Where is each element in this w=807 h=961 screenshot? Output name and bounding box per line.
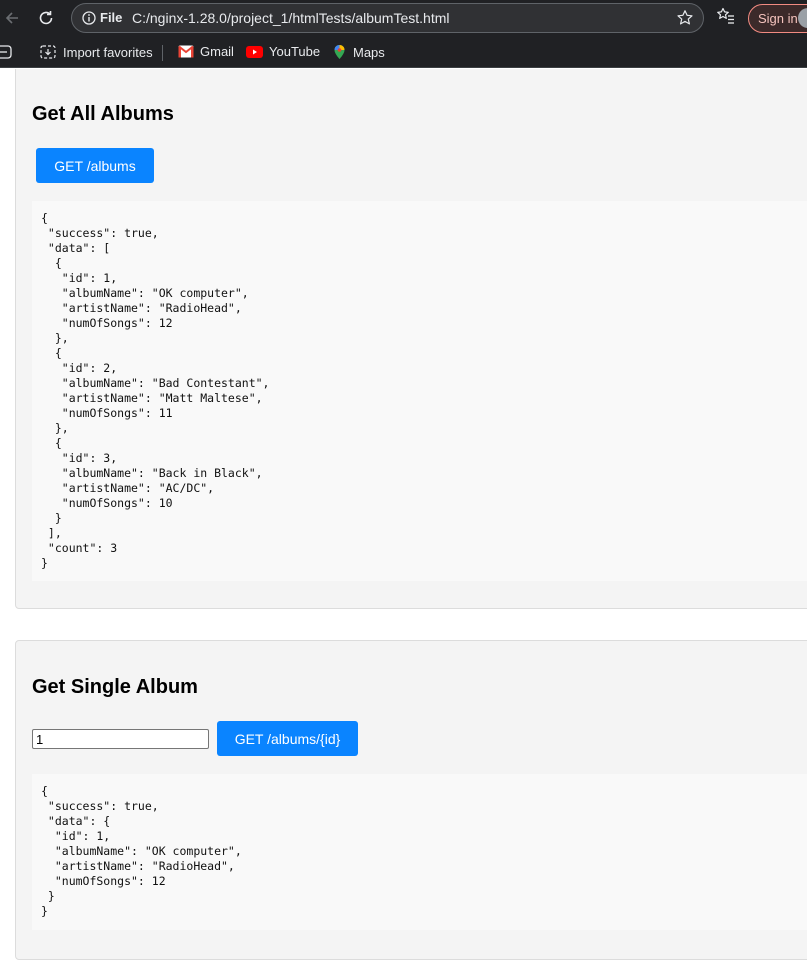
page-content: Get All Albums GET /albums { "success": … — [0, 69, 807, 961]
bookmark-label: YouTube — [269, 44, 321, 59]
bookmark-import-favorites[interactable]: Import favorites — [40, 44, 153, 60]
single-album-response: { "success": true, "data": { "id": 1, "a… — [32, 774, 807, 930]
all-albums-response: { "success": true, "data": [ { "id": 1, … — [32, 201, 807, 581]
bookmark-separator — [162, 45, 163, 61]
browser-toolbar: File C:/nginx-1.28.0/project_1/htmlTests… — [0, 0, 807, 36]
bookmarks-bar: Import favorites Gmail YouTube Maps — [0, 36, 807, 68]
sidebar-toggle-icon[interactable] — [0, 44, 12, 60]
bookmark-label: Import favorites — [63, 44, 153, 60]
back-button[interactable] — [0, 6, 24, 30]
url-scheme-label: File — [100, 10, 123, 25]
album-id-input[interactable] — [32, 729, 209, 749]
url-text[interactable]: C:/nginx-1.28.0/project_1/htmlTests/albu… — [132, 10, 449, 26]
favorites-icon[interactable] — [716, 6, 736, 31]
maps-icon — [334, 45, 345, 59]
section-heading: Get All Albums — [32, 103, 174, 125]
get-albums-button[interactable]: GET /albums — [36, 148, 154, 183]
arrow-left-icon — [5, 12, 18, 24]
get-album-by-id-button[interactable]: GET /albums/{id} — [217, 721, 358, 756]
star-icon[interactable] — [676, 9, 694, 32]
gmail-icon — [178, 45, 194, 58]
import-icon — [40, 45, 56, 59]
reload-button[interactable] — [34, 6, 58, 30]
sign-in-label: Sign in — [758, 11, 798, 26]
get-all-albums-section: Get All Albums GET /albums { "success": … — [15, 69, 807, 609]
bookmark-label: Maps — [353, 44, 385, 60]
bookmark-maps[interactable]: Maps — [332, 44, 385, 60]
address-bar[interactable]: File C:/nginx-1.28.0/project_1/htmlTests… — [71, 3, 704, 33]
bookmark-gmail[interactable]: Gmail — [178, 44, 234, 59]
bookmark-youtube[interactable]: YouTube — [246, 44, 320, 59]
youtube-icon — [246, 45, 263, 58]
section-heading: Get Single Album — [32, 676, 198, 698]
info-icon[interactable] — [82, 11, 96, 30]
bookmark-label: Gmail — [200, 44, 234, 59]
get-single-album-section: Get Single Album GET /albums/{id} { "suc… — [15, 640, 807, 960]
reload-icon — [39, 11, 53, 25]
